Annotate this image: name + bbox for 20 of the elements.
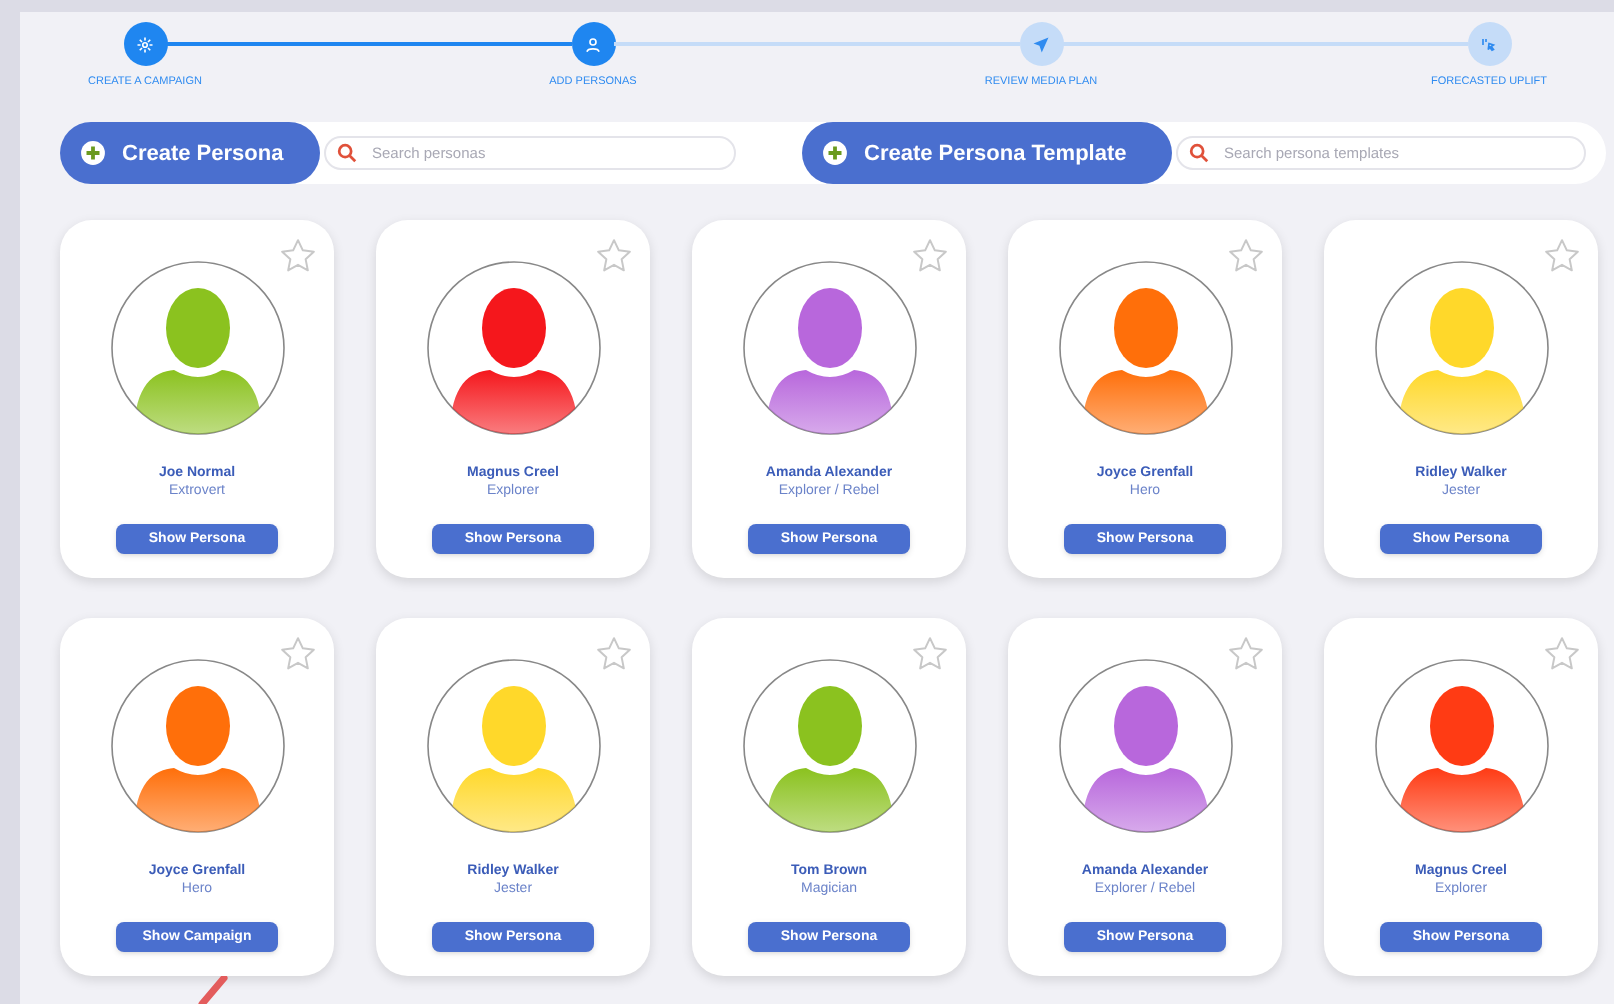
star-icon[interactable] xyxy=(1542,236,1582,277)
search-icon xyxy=(336,142,358,165)
create-template-button[interactable]: Create Persona Template xyxy=(802,122,1172,185)
star-icon[interactable] xyxy=(1226,634,1266,675)
paper-plane-icon xyxy=(1032,35,1050,53)
create-persona-button[interactable]: Create Persona xyxy=(60,122,320,185)
user-icon xyxy=(584,35,602,53)
plus-icon xyxy=(80,140,106,167)
gear-icon xyxy=(136,35,154,53)
star-icon[interactable] xyxy=(278,236,318,277)
pen-stroke xyxy=(196,976,228,1004)
star-icon[interactable] xyxy=(910,236,950,277)
star-icon[interactable] xyxy=(1542,634,1582,675)
star-icon[interactable] xyxy=(910,634,950,675)
search-icon xyxy=(1188,142,1210,165)
star-icon[interactable] xyxy=(278,634,318,675)
star-icon[interactable] xyxy=(594,634,634,675)
plus-icon xyxy=(822,140,848,167)
star-icon[interactable] xyxy=(1226,236,1266,277)
star-icon[interactable] xyxy=(594,236,634,277)
